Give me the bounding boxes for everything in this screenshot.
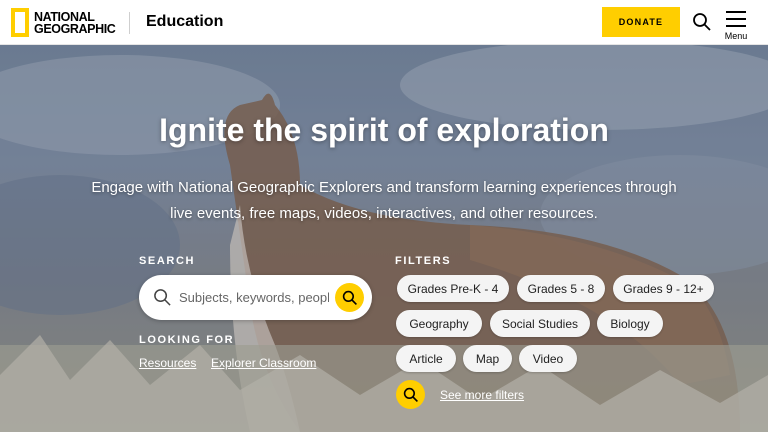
filter-chip-article[interactable]: Article: [396, 345, 456, 372]
menu-button[interactable]: Menu: [723, 9, 749, 43]
header-divider: [129, 12, 130, 34]
see-more-filters-link[interactable]: See more filters: [440, 388, 524, 402]
donate-button[interactable]: DONATE: [602, 7, 680, 37]
hero-section: Ignite the spirit of exploration Engage …: [0, 45, 768, 432]
filter-chip-video[interactable]: Video: [519, 345, 577, 372]
resources-link[interactable]: Resources: [139, 356, 196, 370]
hero-background-image: [0, 45, 768, 432]
natgeo-logo[interactable]: NATIONAL GEOGRAPHIC: [11, 8, 116, 37]
header-search-icon[interactable]: [692, 12, 712, 32]
search-submit-icon: [342, 290, 357, 305]
menu-label: Menu: [724, 31, 748, 41]
filter-chip-social-studies[interactable]: Social Studies: [490, 310, 590, 337]
filter-chip-grades-prek-4[interactable]: Grades Pre-K - 4: [397, 275, 509, 302]
search-submit-button[interactable]: [335, 283, 364, 312]
filter-chip-biology[interactable]: Biology: [597, 310, 663, 337]
filter-chip-map[interactable]: Map: [463, 345, 512, 372]
search-input[interactable]: [179, 287, 329, 308]
search-field-icon: [154, 289, 171, 306]
hamburger-icon: [726, 11, 746, 27]
search-box: [139, 275, 372, 320]
logo-yellow-border-icon: [11, 8, 29, 37]
filter-chip-grades-5-8[interactable]: Grades 5 - 8: [517, 275, 605, 302]
filter-search-icon: [403, 387, 418, 402]
site-header: NATIONAL GEOGRAPHIC Education DONATE Men…: [0, 0, 768, 45]
see-more-filters-button[interactable]: [396, 380, 425, 409]
section-title-link[interactable]: Education: [146, 13, 223, 31]
filters-label: FILTERS: [395, 255, 452, 267]
hero-subtitle: Engage with National Geographic Explorer…: [91, 179, 677, 222]
hero-title: Ignite the spirit of exploration: [159, 112, 609, 148]
filter-chip-grades-9-12[interactable]: Grades 9 - 12+: [613, 275, 714, 302]
explorer-classroom-link[interactable]: Explorer Classroom: [211, 356, 316, 370]
filter-chip-geography[interactable]: Geography: [396, 310, 482, 337]
search-label: SEARCH: [139, 255, 196, 267]
logo-text-line2: GEOGRAPHIC: [34, 21, 116, 36]
looking-for-label: LOOKING FOR: [139, 334, 235, 346]
logo-text-line1: NATIONAL: [34, 9, 95, 24]
